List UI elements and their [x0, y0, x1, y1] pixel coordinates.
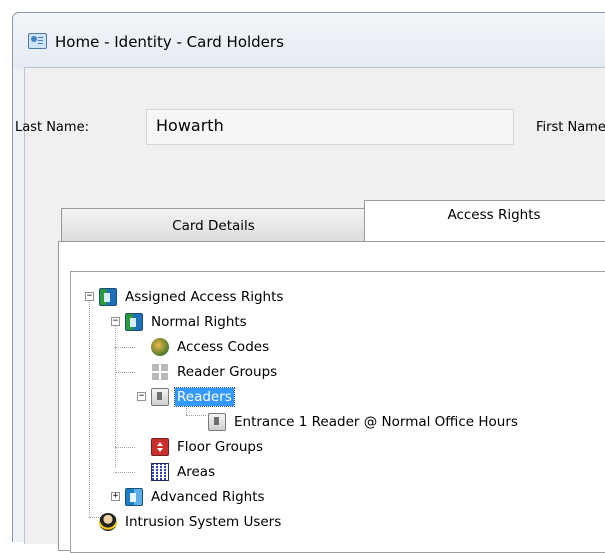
title-bar[interactable]: Home - Identity - Card Holders	[13, 13, 605, 69]
tree-node-reader-entry[interactable]: Entrance 1 Reader @ Normal Office Hours	[208, 412, 520, 432]
tree-node-label: Intrusion System Users	[125, 514, 282, 530]
card-holders-window: Home - Identity - Card Holders Last Name…	[12, 12, 605, 553]
globe-icon	[151, 338, 169, 356]
reader-icon	[208, 413, 226, 431]
tab-access-rights-label: Access Rights	[447, 206, 541, 223]
tab-card-details[interactable]: Card Details	[61, 208, 366, 242]
tree-node-advanced-rights[interactable]: Advanced Rights	[125, 487, 267, 507]
tree-node-reader-groups[interactable]: Reader Groups	[151, 362, 279, 382]
collapse-normal-rights-toggle[interactable]: −	[111, 317, 120, 326]
tree-node-floor-groups[interactable]: Floor Groups	[151, 437, 265, 457]
tree-node-label: Reader Groups	[177, 364, 278, 380]
tree-node-label: Floor Groups	[177, 439, 264, 455]
card-holders-window-icon	[28, 33, 47, 49]
last-name-label: Last Name:	[15, 120, 89, 135]
door-icon	[99, 288, 117, 306]
tab-card-details-label: Card Details	[172, 217, 255, 234]
door-icon	[125, 313, 143, 331]
tree-node-readers[interactable]: Readers	[151, 387, 235, 407]
tab-access-rights[interactable]: Access Rights	[364, 200, 605, 242]
intrusion-user-icon	[99, 513, 117, 531]
reader-icon	[151, 388, 169, 406]
door-icon	[125, 488, 143, 506]
tree-node-assigned-access-rights[interactable]: Assigned Access Rights	[99, 287, 285, 307]
collapse-readers-toggle[interactable]: −	[137, 392, 146, 401]
window-title: Home - Identity - Card Holders	[55, 33, 284, 51]
first-name-label: First Name	[536, 120, 605, 135]
tree-node-label: Readers	[174, 387, 235, 407]
area-grid-icon	[151, 463, 169, 481]
tree-node-intrusion-system-users[interactable]: Intrusion System Users	[99, 512, 283, 532]
tree-node-label: Access Codes	[177, 339, 270, 355]
expand-advanced-rights-toggle[interactable]: +	[111, 492, 120, 501]
tree-node-normal-rights[interactable]: Normal Rights	[125, 312, 249, 332]
tree-node-label: Entrance 1 Reader @ Normal Office Hours	[234, 414, 518, 430]
tree-node-access-codes[interactable]: Access Codes	[151, 337, 271, 357]
last-name-field[interactable]: Howarth	[146, 109, 514, 145]
tree-node-label: Areas	[177, 464, 216, 480]
tree-node-label: Normal Rights	[151, 314, 247, 330]
access-rights-tree[interactable]: − − − + Assigned Access Rights Normal Ri…	[70, 271, 605, 553]
tree-node-label: Assigned Access Rights	[125, 289, 284, 305]
tree-node-areas[interactable]: Areas	[151, 462, 217, 482]
reader-group-icon	[151, 363, 169, 381]
floor-icon	[151, 438, 169, 456]
collapse-assigned-rights-toggle[interactable]: −	[85, 292, 94, 301]
tree-node-label: Advanced Rights	[151, 489, 265, 505]
